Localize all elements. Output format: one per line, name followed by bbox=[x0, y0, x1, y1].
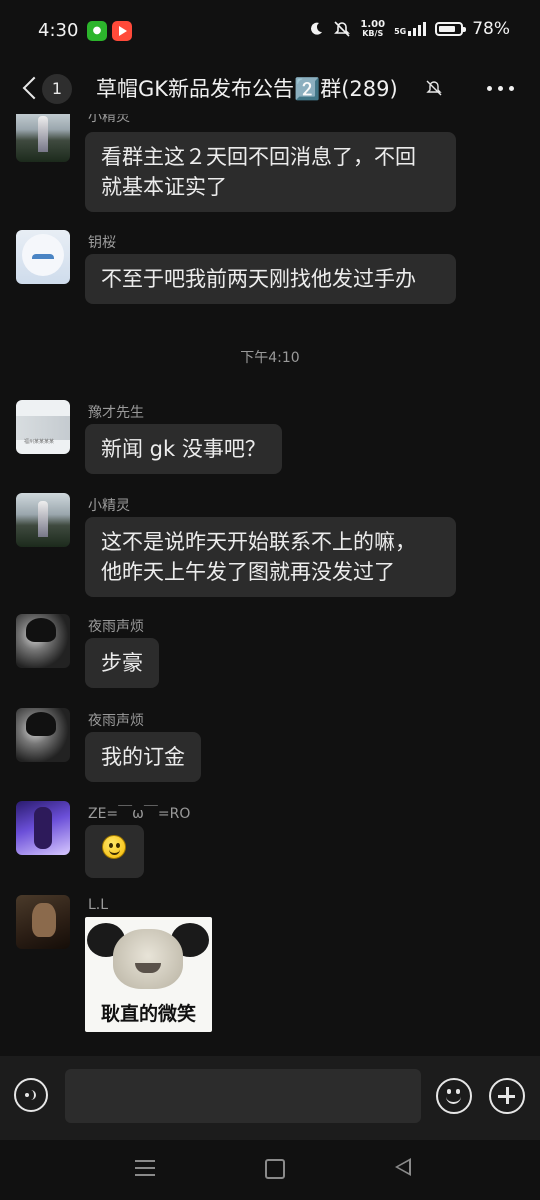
avatar[interactable] bbox=[16, 114, 70, 162]
message-line: 这不是说昨天开始联系不上的嘛， bbox=[101, 530, 416, 554]
back-icon[interactable] bbox=[18, 74, 44, 102]
message-line: 新闻 gk 没事吧？ bbox=[101, 437, 266, 461]
home-icon[interactable] bbox=[265, 1159, 285, 1179]
sender-name: L.L bbox=[88, 897, 109, 913]
mute-icon bbox=[334, 21, 351, 37]
message-bubble[interactable]: 我的订金 bbox=[85, 732, 201, 782]
message-bubble[interactable]: 不至于吧我前两天刚找他发过手办 bbox=[85, 254, 456, 304]
battery-fill bbox=[439, 26, 455, 32]
app-icon: ● bbox=[87, 21, 107, 41]
avatar[interactable] bbox=[16, 895, 70, 949]
network-signal: 5G bbox=[394, 22, 427, 36]
input-bar bbox=[0, 1056, 540, 1140]
night-mode-icon bbox=[311, 22, 323, 35]
avatar[interactable] bbox=[16, 801, 70, 855]
sticker-caption: 耿直的微笑 bbox=[100, 1003, 196, 1025]
net-speed: 1.00 KB/S bbox=[360, 20, 385, 38]
battery-percent: 78% bbox=[472, 19, 510, 39]
avatar[interactable] bbox=[16, 230, 70, 284]
status-time: 4:30 bbox=[38, 20, 79, 41]
message-bubble[interactable] bbox=[85, 825, 144, 878]
smile-emoji bbox=[102, 835, 126, 859]
plus-icon[interactable] bbox=[489, 1078, 525, 1114]
avatar[interactable] bbox=[16, 614, 70, 668]
unread-badge[interactable]: 1 bbox=[42, 74, 72, 104]
avatar[interactable]: 福州某某某某 bbox=[16, 400, 70, 454]
battery-icon bbox=[435, 22, 467, 36]
message-list[interactable]: 小精灵 看群主这２天回不回消息了，不回 就基本证实了 钥桜 不至于吧我前两天刚找… bbox=[0, 114, 540, 1056]
video-icon bbox=[112, 21, 132, 41]
sender-name: 夜雨声烦 bbox=[88, 713, 144, 729]
back-nav-icon[interactable] bbox=[395, 1158, 411, 1176]
message-bubble[interactable]: 这不是说昨天开始联系不上的嘛， 他昨天上午发了图就再没发过了 bbox=[85, 517, 456, 597]
avatar[interactable] bbox=[16, 493, 70, 547]
status-bar: 4:30 ● 1.00 KB/S 5G 78% bbox=[0, 0, 540, 62]
signal-icon bbox=[408, 22, 427, 36]
sender-name: 小精灵 bbox=[88, 498, 130, 514]
panda-face bbox=[113, 929, 183, 989]
chat-header: 1 草帽GK新品发布公告2️⃣群(289) bbox=[0, 62, 540, 114]
message-bubble[interactable]: 新闻 gk 没事吧？ bbox=[85, 424, 282, 474]
system-nav-bar bbox=[0, 1140, 540, 1200]
sender-name: 钥桜 bbox=[88, 235, 116, 251]
more-icon[interactable] bbox=[487, 86, 514, 91]
message-line: 我的订金 bbox=[101, 745, 185, 769]
sender-name: 夜雨声烦 bbox=[88, 619, 144, 635]
sender-name: 豫才先生 bbox=[88, 405, 144, 421]
message-line: 不至于吧我前两天刚找他发过手办 bbox=[101, 267, 416, 291]
message-input[interactable] bbox=[65, 1069, 421, 1123]
network-type: 5G bbox=[394, 27, 407, 36]
message-bubble[interactable]: 步豪 bbox=[85, 638, 159, 688]
avatar[interactable] bbox=[16, 708, 70, 762]
net-speed-unit: KB/S bbox=[362, 29, 384, 38]
mute-bell-icon bbox=[426, 80, 442, 96]
message-bubble[interactable]: 看群主这２天回不回消息了，不回 就基本证实了 bbox=[85, 132, 456, 212]
message-line: 步豪 bbox=[101, 651, 143, 675]
voice-icon[interactable] bbox=[14, 1078, 48, 1112]
chat-title[interactable]: 草帽GK新品发布公告2️⃣群(289) bbox=[96, 73, 398, 103]
message-line: 他昨天上午发了图就再没发过了 bbox=[101, 560, 395, 584]
emoji-icon[interactable] bbox=[436, 1078, 472, 1114]
menu-icon[interactable] bbox=[135, 1160, 155, 1176]
sender-name: ZE=￣ω￣=RO bbox=[88, 806, 191, 822]
message-timestamp: 下午4:10 bbox=[240, 350, 300, 366]
status-right: 1.00 KB/S 5G 78% bbox=[308, 19, 510, 39]
message-line: 就基本证实了 bbox=[101, 175, 227, 199]
sender-name: 小精灵 bbox=[88, 114, 130, 125]
sticker-image[interactable]: 耿直的微笑 bbox=[85, 917, 212, 1032]
message-line: 看群主这２天回不回消息了，不回 bbox=[101, 145, 416, 169]
